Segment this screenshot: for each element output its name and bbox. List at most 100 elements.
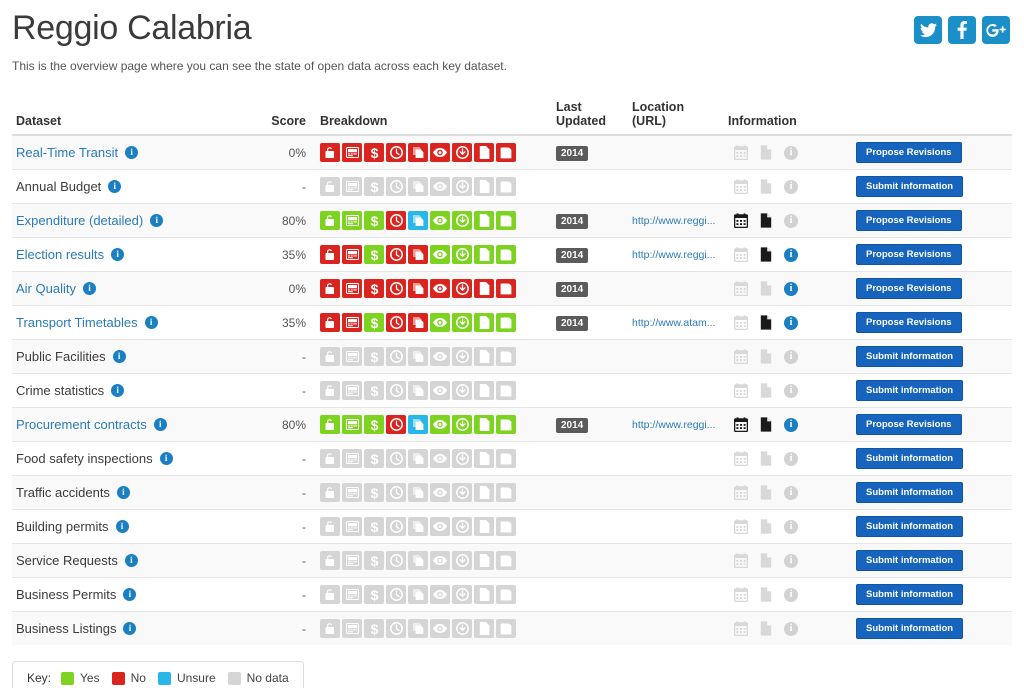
eye-icon[interactable]	[430, 415, 450, 434]
clock-icon[interactable]	[386, 381, 406, 400]
dollar-icon[interactable]: $	[364, 551, 384, 570]
dollar-icon[interactable]: $	[364, 517, 384, 536]
document-icon[interactable]	[759, 315, 773, 330]
padlock-open-icon[interactable]	[320, 619, 340, 638]
machine-readable-icon[interactable]	[342, 585, 362, 604]
location-url-link[interactable]: http://www.reggi...	[632, 215, 720, 227]
padlock-open-icon[interactable]	[320, 483, 340, 502]
dollar-icon[interactable]: $	[364, 449, 384, 468]
dataset-name[interactable]: Real-Time Transit	[16, 145, 118, 160]
location-url-link[interactable]: http://www.reggi...	[632, 419, 720, 431]
propose-revisions-button[interactable]: Propose Revisions	[856, 312, 962, 333]
padlock-open-icon[interactable]	[320, 211, 340, 230]
info-circle-icon[interactable]: i	[116, 486, 130, 499]
save-disk-icon[interactable]	[496, 177, 516, 196]
document-icon[interactable]	[474, 313, 494, 332]
license-copy-icon[interactable]	[408, 551, 428, 570]
download-icon[interactable]	[452, 143, 472, 162]
machine-readable-icon[interactable]	[342, 449, 362, 468]
dataset-name[interactable]: Air Quality	[16, 281, 76, 296]
padlock-open-icon[interactable]	[320, 517, 340, 536]
clock-icon[interactable]	[386, 449, 406, 468]
dataset-name[interactable]: Transport Timetables	[16, 315, 138, 330]
eye-icon[interactable]	[430, 211, 450, 230]
clock-icon[interactable]	[386, 313, 406, 332]
info-circle-icon[interactable]: i	[784, 315, 798, 330]
dollar-icon[interactable]: $	[364, 245, 384, 264]
padlock-open-icon[interactable]	[320, 279, 340, 298]
propose-revisions-button[interactable]: Propose Revisions	[856, 142, 962, 163]
license-copy-icon[interactable]	[408, 279, 428, 298]
submit-information-button[interactable]: Submit information	[856, 448, 964, 469]
clock-icon[interactable]	[386, 415, 406, 434]
document-icon[interactable]	[474, 483, 494, 502]
document-icon[interactable]	[474, 517, 494, 536]
license-copy-icon[interactable]	[408, 415, 428, 434]
dataset-name[interactable]: Expenditure (detailed)	[16, 213, 143, 228]
machine-readable-icon[interactable]	[342, 177, 362, 196]
save-disk-icon[interactable]	[496, 245, 516, 264]
license-copy-icon[interactable]	[408, 517, 428, 536]
eye-icon[interactable]	[430, 313, 450, 332]
submit-information-button[interactable]: Submit information	[856, 482, 964, 503]
save-disk-icon[interactable]	[496, 381, 516, 400]
clock-icon[interactable]	[386, 585, 406, 604]
save-disk-icon[interactable]	[496, 143, 516, 162]
info-circle-icon[interactable]: i	[108, 180, 122, 193]
info-circle-icon[interactable]: i	[123, 622, 137, 635]
document-icon[interactable]	[474, 619, 494, 638]
propose-revisions-button[interactable]: Propose Revisions	[856, 210, 962, 231]
clock-icon[interactable]	[386, 347, 406, 366]
info-circle-icon[interactable]: i	[123, 588, 137, 601]
padlock-open-icon[interactable]	[320, 551, 340, 570]
eye-icon[interactable]	[430, 449, 450, 468]
machine-readable-icon[interactable]	[342, 211, 362, 230]
submit-information-button[interactable]: Submit information	[856, 584, 964, 605]
machine-readable-icon[interactable]	[342, 619, 362, 638]
download-icon[interactable]	[452, 313, 472, 332]
submit-information-button[interactable]: Submit information	[856, 618, 964, 639]
download-icon[interactable]	[452, 585, 472, 604]
info-circle-icon[interactable]: i	[124, 554, 138, 567]
twitter-icon[interactable]	[914, 16, 942, 44]
propose-revisions-button[interactable]: Propose Revisions	[856, 278, 962, 299]
padlock-open-icon[interactable]	[320, 177, 340, 196]
calendar-icon[interactable]	[734, 213, 748, 228]
location-url-link[interactable]: http://www.atam...	[632, 317, 720, 329]
machine-readable-icon[interactable]	[342, 415, 362, 434]
machine-readable-icon[interactable]	[342, 313, 362, 332]
clock-icon[interactable]	[386, 245, 406, 264]
download-icon[interactable]	[452, 415, 472, 434]
machine-readable-icon[interactable]	[342, 279, 362, 298]
info-circle-icon[interactable]: i	[784, 247, 798, 262]
document-icon[interactable]	[759, 247, 773, 262]
license-copy-icon[interactable]	[408, 483, 428, 502]
download-icon[interactable]	[452, 517, 472, 536]
document-icon[interactable]	[474, 245, 494, 264]
info-circle-icon[interactable]: i	[115, 520, 129, 533]
download-icon[interactable]	[452, 483, 472, 502]
save-disk-icon[interactable]	[496, 585, 516, 604]
license-copy-icon[interactable]	[408, 245, 428, 264]
googleplus-icon[interactable]	[982, 16, 1010, 44]
document-icon[interactable]	[474, 585, 494, 604]
clock-icon[interactable]	[386, 143, 406, 162]
save-disk-icon[interactable]	[496, 619, 516, 638]
dollar-icon[interactable]: $	[364, 619, 384, 638]
download-icon[interactable]	[452, 211, 472, 230]
info-circle-icon[interactable]: i	[784, 281, 798, 296]
eye-icon[interactable]	[430, 483, 450, 502]
document-icon[interactable]	[474, 449, 494, 468]
clock-icon[interactable]	[386, 483, 406, 502]
save-disk-icon[interactable]	[496, 415, 516, 434]
eye-icon[interactable]	[430, 177, 450, 196]
machine-readable-icon[interactable]	[342, 381, 362, 400]
eye-icon[interactable]	[430, 245, 450, 264]
eye-icon[interactable]	[430, 551, 450, 570]
info-circle-icon[interactable]: i	[784, 417, 798, 432]
license-copy-icon[interactable]	[408, 143, 428, 162]
facebook-icon[interactable]	[948, 16, 976, 44]
padlock-open-icon[interactable]	[320, 585, 340, 604]
eye-icon[interactable]	[430, 517, 450, 536]
padlock-open-icon[interactable]	[320, 415, 340, 434]
